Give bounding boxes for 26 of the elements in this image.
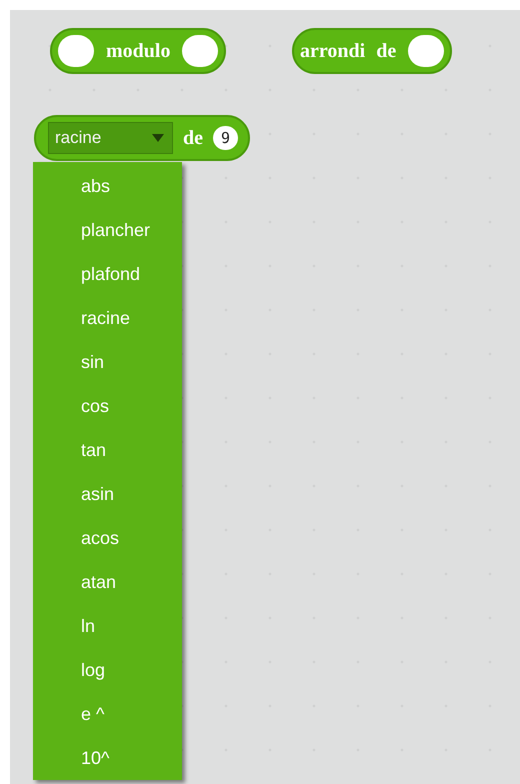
number-slot[interactable] <box>182 35 218 67</box>
menu-item[interactable]: plafond <box>33 252 182 296</box>
number-slot[interactable] <box>408 35 444 67</box>
menu-item[interactable]: plancher <box>33 208 182 252</box>
function-block[interactable]: racine de 9 <box>34 115 250 161</box>
menu-item[interactable]: log <box>33 648 182 692</box>
function-dropdown[interactable]: racine <box>48 122 173 154</box>
menu-item[interactable]: cos <box>33 384 182 428</box>
block-label: arrondi de <box>300 40 396 62</box>
operator-block[interactable]: modulo <box>50 28 226 74</box>
menu-item[interactable]: acos <box>33 516 182 560</box>
caret-icon <box>152 134 164 142</box>
block-label: de <box>183 126 203 150</box>
operator-block[interactable]: arrondi de <box>292 28 452 74</box>
menu-item[interactable]: ln <box>33 604 182 648</box>
menu-item[interactable]: sin <box>33 340 182 384</box>
menu-item[interactable]: e ^ <box>33 692 182 736</box>
menu-item[interactable]: atan <box>33 560 182 604</box>
number-input[interactable]: 9 <box>213 126 238 150</box>
menu-item[interactable]: tan <box>33 428 182 472</box>
menu-item[interactable]: racine <box>33 296 182 340</box>
number-slot[interactable] <box>58 35 94 67</box>
menu-item[interactable]: asin <box>33 472 182 516</box>
menu-item[interactable]: abs <box>33 164 182 208</box>
block-label: modulo <box>106 40 170 62</box>
menu-item[interactable]: 10^ <box>33 736 182 780</box>
